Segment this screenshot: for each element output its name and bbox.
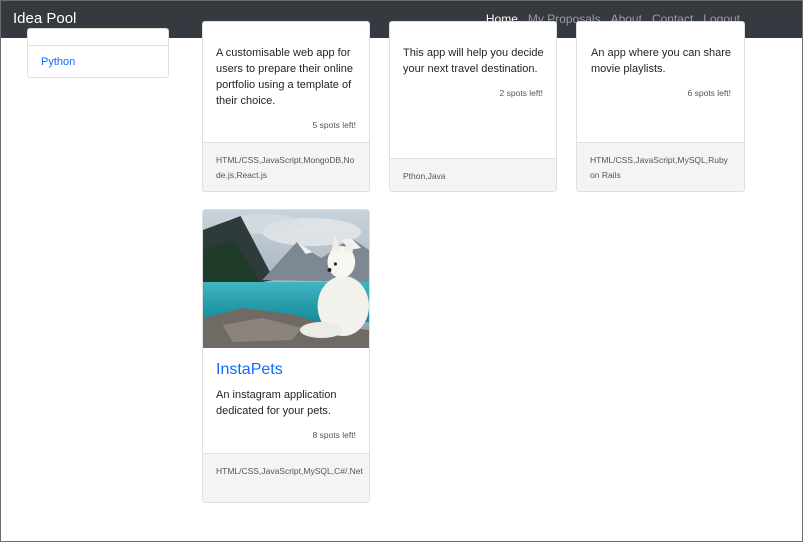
app-frame: Idea Pool Home My Proposals About Contac… xyxy=(0,0,803,542)
spots-left: 8 spots left! xyxy=(312,430,356,440)
spots-left: 2 spots left! xyxy=(499,88,543,98)
idea-card: This app will help you decide your next … xyxy=(389,21,557,192)
tech-tags: HTML/CSS,JavaScript,MySQL,Ruby on Rails xyxy=(590,155,728,180)
card-footer-tags: Pthon,Java xyxy=(390,158,556,191)
card-footer-tags: HTML/CSS,JavaScript,MySQL,C#/.Net xyxy=(203,453,369,502)
card-title[interactable]: InstaPets xyxy=(216,361,283,379)
category-list: Python xyxy=(27,28,169,78)
card-image xyxy=(203,210,369,348)
brand-logo[interactable]: Idea Pool xyxy=(13,10,76,27)
spots-left: 5 spots left! xyxy=(312,120,356,130)
card-description: This app will help you decide your next … xyxy=(403,47,544,75)
spots-left: 6 spots left! xyxy=(687,88,731,98)
idea-card: A customisable web app for users to prep… xyxy=(202,21,370,192)
card-footer-tags: HTML/CSS,JavaScript,MongoDB,Node.js,Reac… xyxy=(203,142,369,191)
card-description: An instagram application dedicated for y… xyxy=(216,389,337,417)
card-description: An app where you can share movie playlis… xyxy=(591,47,732,75)
card-description: A customisable web app for users to prep… xyxy=(216,47,353,107)
tech-tags: HTML/CSS,JavaScript,MySQL,C#/.Net xyxy=(216,466,363,476)
tech-tags: HTML/CSS,JavaScript,MongoDB,Node.js,Reac… xyxy=(216,155,355,180)
tech-tags: Pthon,Java xyxy=(403,171,446,181)
idea-card: An app where you can share movie playlis… xyxy=(576,21,745,192)
list-divider xyxy=(28,45,168,46)
category-item-python[interactable]: Python xyxy=(41,56,75,68)
card-footer-tags: HTML/CSS,JavaScript,MySQL,Ruby on Rails xyxy=(577,142,744,191)
idea-card-instapets: InstaPets An instagram application dedic… xyxy=(202,209,370,503)
